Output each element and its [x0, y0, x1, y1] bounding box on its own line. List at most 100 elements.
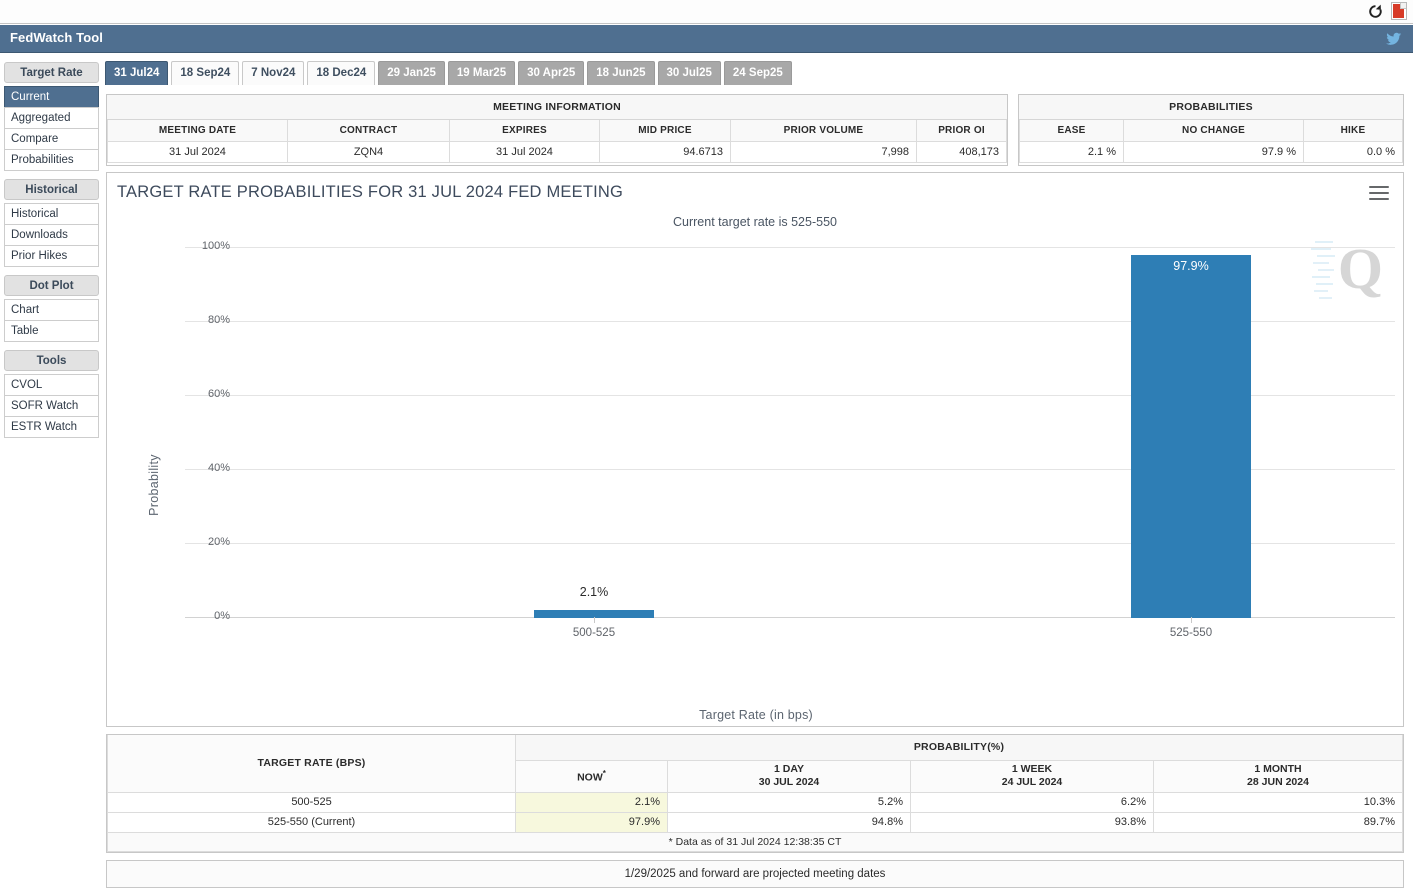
- col-hike: HIKE: [1303, 120, 1403, 142]
- probabilities-summary-table: EASE NO CHANGE HIKE 2.1 % 97.9 % 0.0 %: [1019, 120, 1403, 163]
- page-title: FedWatch Tool: [10, 30, 104, 45]
- sidebar-item-prior-hikes[interactable]: Prior Hikes: [4, 245, 99, 267]
- cell-rate-525-550: 525-550 (Current): [107, 811, 516, 833]
- cell-meeting-date: 31 Jul 2024: [107, 140, 288, 163]
- col-expires: EXPIRES: [449, 120, 600, 142]
- cell-prior-volume: 7,998: [730, 140, 917, 163]
- twitter-icon[interactable]: [1385, 30, 1403, 48]
- y-tick-20: 20%: [207, 536, 230, 548]
- cell-hike: 0.0 %: [1303, 140, 1403, 163]
- x-tickmark-500-525: [594, 617, 595, 623]
- table-header-row: MEETING DATE CONTRACT EXPIRES MID PRICE …: [107, 120, 1007, 142]
- col-now-asterisk: *: [602, 769, 606, 779]
- tab-7-nov24[interactable]: 7 Nov24: [242, 61, 305, 85]
- cell-1month-500-525: 10.3%: [1153, 791, 1403, 813]
- col-1-month-line1: 1 MONTH: [1254, 763, 1302, 775]
- col-1-month: 1 MONTH 28 JUN 2024: [1153, 759, 1403, 793]
- cell-1week-525-550: 93.8%: [910, 811, 1154, 833]
- cell-contract: ZQN4: [287, 140, 450, 163]
- cell-prior-oi: 408,173: [916, 140, 1007, 163]
- table-group-header-row: TARGET RATE (BPS) PROBABILITY(%): [107, 735, 1403, 793]
- sidebar-item-chart[interactable]: Chart: [4, 299, 99, 321]
- projected-dates-note: 1/29/2025 and forward are projected meet…: [106, 860, 1404, 888]
- col-now-label: NOW: [577, 771, 603, 784]
- sidebar-item-probabilities[interactable]: Probabilities: [4, 149, 99, 171]
- tab-19-mar25[interactable]: 19 Mar25: [447, 61, 516, 85]
- tab-31-jul24[interactable]: 31 Jul24: [105, 61, 169, 85]
- col-1-month-line2: 28 JUN 2024: [1247, 776, 1309, 788]
- chart-subtitle: Current target rate is 525-550: [673, 215, 837, 229]
- table-footnote-row: * Data as of 31 Jul 2024 12:38:35 CT: [107, 831, 1403, 852]
- col-contract: CONTRACT: [287, 120, 450, 142]
- y-tick-40: 40%: [207, 462, 230, 474]
- sidebar-item-historical[interactable]: Historical: [4, 203, 99, 225]
- chart-title: TARGET RATE PROBABILITIES FOR 31 JUL 202…: [117, 183, 624, 201]
- browser-toolbar: [0, 0, 1413, 24]
- probability-chart-card: TARGET RATE PROBABILITIES FOR 31 JUL 202…: [106, 172, 1404, 727]
- table-row: 2.1 % 97.9 % 0.0 %: [1019, 140, 1403, 163]
- col-now: NOW*: [515, 759, 668, 793]
- tab-30-jul25[interactable]: 30 Jul25: [657, 61, 721, 85]
- meeting-tabs: 31 Jul24 18 Sep24 7 Nov24 18 Dec24 29 Ja…: [105, 61, 792, 85]
- bar-label-525-550: 97.9%: [1173, 259, 1209, 273]
- col-1-day: 1 DAY 30 JUL 2024: [667, 759, 911, 793]
- sidebar-item-cvol[interactable]: CVOL: [4, 374, 99, 396]
- col-meeting-date: MEETING DATE: [107, 120, 288, 142]
- bar-label-500-525: 2.1%: [579, 585, 609, 599]
- table-header-row: EASE NO CHANGE HIKE: [1019, 120, 1403, 142]
- sidebar-item-current[interactable]: Current: [4, 86, 99, 108]
- x-tick-500-525: 500-525: [572, 627, 616, 639]
- y-tick-80: 80%: [207, 314, 230, 326]
- y-tick-100: 100%: [201, 240, 230, 252]
- x-tick-525-550: 525-550: [1169, 627, 1213, 639]
- probabilities-summary-title: PROBABILITIES: [1019, 95, 1403, 120]
- sidebar-item-estr-watch[interactable]: ESTR Watch: [4, 416, 99, 438]
- col-target-rate-bps: TARGET RATE (BPS): [107, 735, 516, 793]
- cell-mid-price: 94.6713: [599, 140, 731, 163]
- cell-now-500-525: 2.1%: [515, 791, 668, 813]
- tab-29-jan25[interactable]: 29 Jan25: [378, 61, 445, 85]
- cell-ease: 2.1 %: [1019, 140, 1124, 163]
- probability-table: TARGET RATE (BPS) PROBABILITY(%) NOW* 1 …: [107, 735, 1403, 852]
- sidebar-item-sofr-watch[interactable]: SOFR Watch: [4, 395, 99, 417]
- sidebar-item-aggregated[interactable]: Aggregated: [4, 107, 99, 129]
- info-tables-row: MEETING INFORMATION MEETING DATE CONTRAC…: [106, 94, 1404, 166]
- col-1-week-line1: 1 WEEK: [1011, 763, 1053, 775]
- table-row: 525-550 (Current) 97.9% 94.8% 93.8% 89.7…: [107, 811, 1403, 833]
- sidebar-group-historical: Historical: [4, 179, 99, 200]
- cell-1week-500-525: 6.2%: [910, 791, 1154, 813]
- chart-plot-area: Probability 100% 80% 60% 40% 20% 0% Q 2.…: [107, 233, 1405, 728]
- tab-18-jun25[interactable]: 18 Jun25: [587, 61, 655, 85]
- table-row: 500-525 2.1% 5.2% 6.2% 10.3%: [107, 791, 1403, 813]
- col-probability-group: PROBABILITY(%): [515, 735, 1403, 761]
- data-as-of-note: * Data as of 31 Jul 2024 12:38:35 CT: [107, 831, 1403, 852]
- table-row: 31 Jul 2024 ZQN4 31 Jul 2024 94.6713 7,9…: [107, 140, 1007, 163]
- sidebar-item-table[interactable]: Table: [4, 320, 99, 342]
- cell-now-525-550: 97.9%: [515, 811, 668, 833]
- col-1-day-line1: 1 DAY: [774, 763, 804, 775]
- app-header: FedWatch Tool: [0, 25, 1413, 53]
- col-ease: EASE: [1019, 120, 1124, 142]
- pdf-icon[interactable]: [1391, 2, 1407, 20]
- sidebar-group-tools: Tools: [4, 350, 99, 371]
- col-prior-volume: PRIOR VOLUME: [730, 120, 917, 142]
- tab-18-dec24[interactable]: 18 Dec24: [307, 61, 376, 85]
- meeting-information-panel: MEETING INFORMATION MEETING DATE CONTRAC…: [106, 94, 1008, 166]
- tab-30-apr25[interactable]: 30 Apr25: [518, 61, 585, 85]
- tab-24-sep25[interactable]: 24 Sep25: [723, 61, 792, 85]
- y-tick-0: 0%: [214, 610, 230, 622]
- col-1-day-line2: 30 JUL 2024: [758, 776, 820, 788]
- reload-icon[interactable]: [1367, 3, 1384, 20]
- sidebar-group-dot-plot: Dot Plot: [4, 275, 99, 296]
- chart-y-axis-label: Probability: [146, 454, 161, 516]
- sidebar-item-downloads[interactable]: Downloads: [4, 224, 99, 246]
- col-no-change: NO CHANGE: [1123, 120, 1304, 142]
- hamburger-menu-icon[interactable]: [1369, 186, 1389, 202]
- bar-525-550[interactable]: [1131, 255, 1251, 618]
- y-tick-60: 60%: [207, 388, 230, 400]
- cell-1day-525-550: 94.8%: [667, 811, 911, 833]
- tab-18-sep24[interactable]: 18 Sep24: [171, 61, 240, 85]
- probabilities-summary-panel: PROBABILITIES EASE NO CHANGE HIKE 2.1 % …: [1018, 94, 1404, 166]
- sidebar-group-target-rate: Target Rate: [4, 62, 99, 83]
- sidebar-item-compare[interactable]: Compare: [4, 128, 99, 150]
